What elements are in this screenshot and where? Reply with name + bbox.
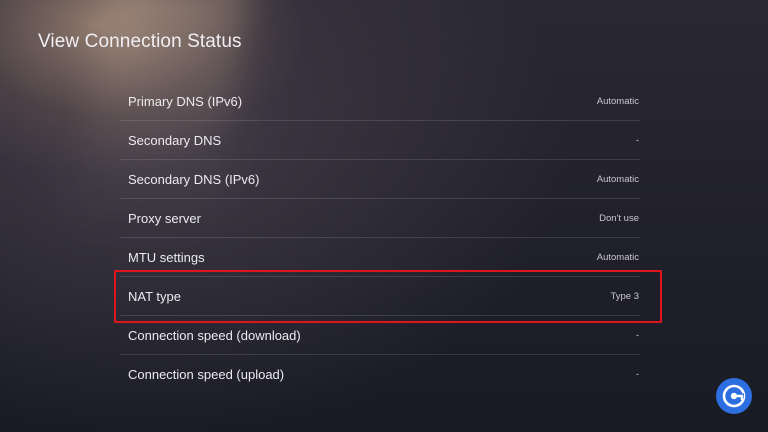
row-value: Automatic	[596, 173, 639, 185]
row-value: Automatic	[596, 251, 639, 263]
row-label: Secondary DNS (IPv6)	[128, 171, 260, 187]
row-label: Proxy server	[128, 210, 201, 226]
row-connection-speed-upload[interactable]: Connection speed (upload) -	[120, 355, 640, 394]
row-value: -	[635, 369, 639, 380]
row-value: -	[635, 134, 639, 146]
row-label: MTU settings	[128, 249, 205, 265]
row-label: Connection speed (upload)	[128, 367, 285, 382]
row-value: -	[635, 329, 639, 341]
row-secondary-dns-ipv6[interactable]: Secondary DNS (IPv6) Automatic	[120, 160, 640, 199]
row-value: Don't use	[599, 212, 639, 224]
connection-status-list: Primary DNS (IPv6) Automatic Secondary D…	[120, 82, 640, 394]
row-primary-dns-ipv6[interactable]: Primary DNS (IPv6) Automatic	[120, 82, 640, 121]
gamer-tweak-logo-icon	[716, 378, 752, 414]
row-value: Automatic	[596, 95, 639, 107]
nat-type-highlight-box	[114, 270, 662, 323]
row-label: Connection speed (download)	[128, 327, 301, 343]
page-title: View Connection Status	[38, 31, 242, 52]
row-proxy-server[interactable]: Proxy server Don't use	[120, 199, 640, 238]
row-secondary-dns[interactable]: Secondary DNS -	[120, 121, 640, 160]
row-label: Secondary DNS	[128, 132, 222, 148]
row-label: Primary DNS (IPv6)	[128, 93, 243, 109]
